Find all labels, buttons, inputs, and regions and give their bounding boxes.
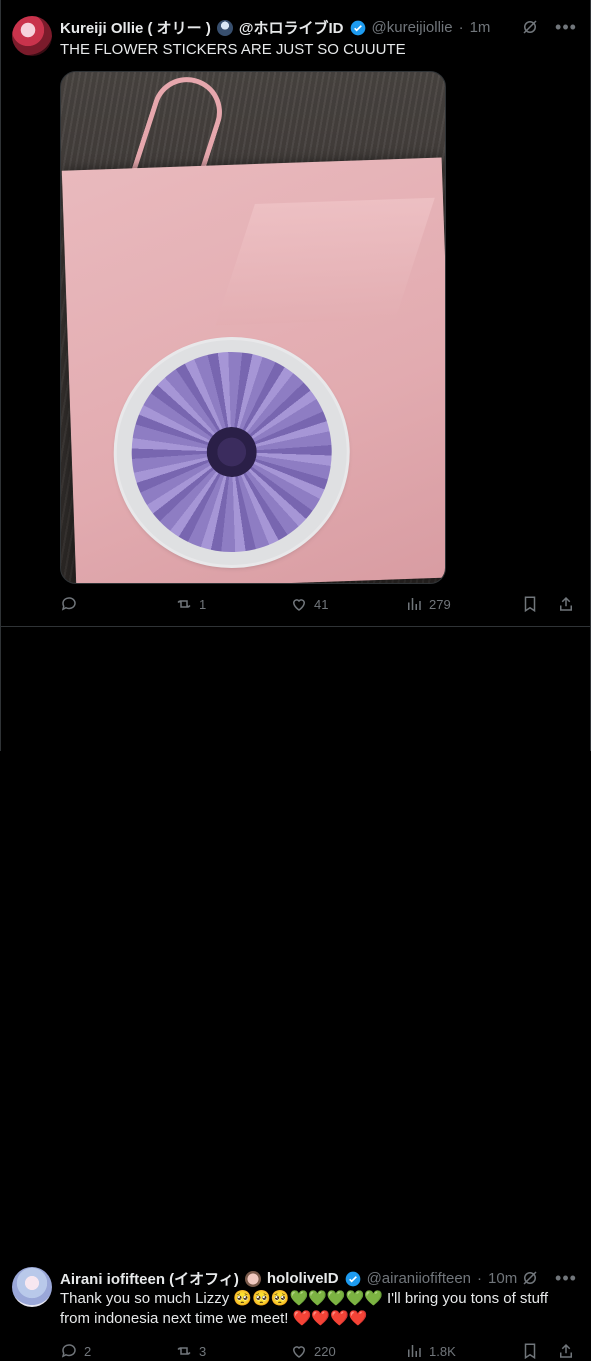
author-handle[interactable]: @kureijiollie — [372, 19, 453, 36]
avatar[interactable] — [12, 16, 52, 56]
repost-icon — [175, 595, 193, 613]
flower-sticker — [112, 336, 351, 569]
separator: · — [458, 19, 464, 36]
grok-icon[interactable] — [520, 17, 540, 37]
grok-icon[interactable] — [520, 1268, 540, 1288]
like-button[interactable]: 41 — [290, 595, 350, 613]
tweet-text: Thank you so much Lizzy 🥺🥺🥺💚💚💚💚💚 I'll br… — [60, 1290, 548, 1327]
like-icon — [290, 595, 308, 613]
tweet-header-actions: ••• — [520, 17, 576, 37]
bookmark-icon[interactable] — [520, 1341, 540, 1361]
repost-count: 3 — [199, 1343, 207, 1359]
tweet-header: Airani iofifteen (イオフィ) hololiveID @aira… — [60, 1268, 517, 1289]
repost-icon — [175, 1342, 193, 1360]
author-name[interactable]: Kureiji Ollie ( オリー ) — [60, 17, 211, 38]
like-icon — [290, 1342, 308, 1360]
face-emoji-icon — [244, 1270, 261, 1287]
repost-count: 1 — [199, 596, 207, 612]
share-icon[interactable] — [556, 594, 576, 614]
verified-badge-icon — [350, 20, 366, 36]
like-button[interactable]: 220 — [290, 1342, 350, 1360]
secondary-actions — [520, 594, 576, 614]
separator: · — [477, 1270, 483, 1287]
timestamp[interactable]: 1m — [470, 19, 491, 36]
tweet[interactable]: Airani iofifteen (イオフィ) hololiveID @aira… — [1, 627, 591, 1360]
tweet[interactable]: Kureiji Ollie ( オリー ) @ホロライブID @kureijio… — [1, 0, 591, 627]
reply-icon — [60, 595, 78, 613]
author-name[interactable]: Airani iofifteen (イオフィ) — [60, 1268, 239, 1289]
tweet-actions: 2 3 220 1.8K — [60, 1341, 576, 1361]
views-button[interactable]: 279 — [405, 595, 465, 613]
author-name-suffix[interactable]: @ホロライブID — [239, 17, 344, 38]
pink-gift-bag — [61, 157, 445, 583]
tweet-actions: 1 41 279 — [60, 594, 576, 614]
reply-count: 2 — [84, 1343, 92, 1359]
reply-button[interactable]: 2 — [60, 1342, 120, 1360]
tweet-text: THE FLOWER STICKERS ARE JUST SO CUUUTE — [60, 41, 406, 58]
verified-badge-icon — [345, 1271, 361, 1287]
more-icon[interactable]: ••• — [555, 17, 576, 37]
author-name-suffix[interactable]: hololiveID — [267, 1270, 339, 1287]
tweet-header-actions: ••• — [520, 1268, 576, 1288]
like-count: 220 — [314, 1343, 336, 1359]
person-emoji-icon — [216, 19, 233, 36]
reply-icon — [60, 1342, 78, 1360]
tweet-header: Kureiji Ollie ( オリー ) @ホロライブID @kureijio… — [60, 17, 490, 38]
repost-button[interactable]: 3 — [175, 1342, 235, 1360]
more-icon[interactable]: ••• — [555, 1268, 576, 1288]
tweet-photo[interactable] — [60, 71, 446, 584]
timeline: Kureiji Ollie ( オリー ) @ホロライブID @kureijio… — [0, 0, 591, 1360]
views-count: 279 — [429, 596, 451, 612]
timestamp[interactable]: 10m — [488, 1270, 517, 1287]
views-icon — [405, 595, 423, 613]
like-count: 41 — [314, 596, 329, 612]
secondary-actions — [520, 1341, 576, 1361]
repost-button[interactable]: 1 — [175, 595, 235, 613]
reply-button[interactable] — [60, 595, 120, 613]
avatar[interactable] — [12, 1267, 52, 1307]
share-icon[interactable] — [556, 1341, 576, 1361]
views-count: 1.8K — [429, 1343, 456, 1359]
views-button[interactable]: 1.8K — [405, 1342, 465, 1360]
bookmark-icon[interactable] — [520, 594, 540, 614]
author-handle[interactable]: @airaniiofifteen — [367, 1270, 471, 1287]
views-icon — [405, 1342, 423, 1360]
